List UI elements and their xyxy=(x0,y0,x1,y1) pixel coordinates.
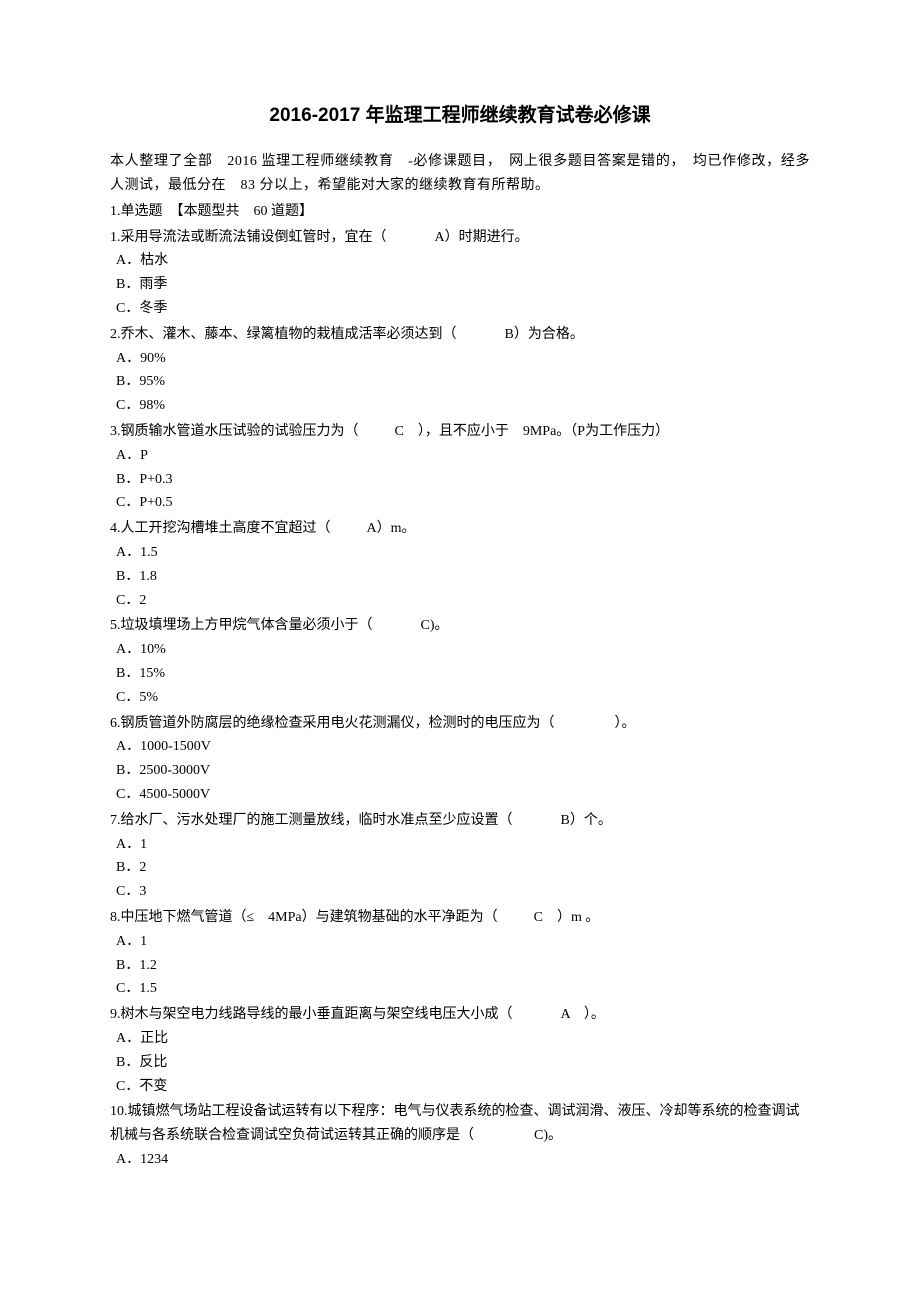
q9-stem: 9.树木与架空电力线路导线的最小垂直距离与架空线电压大小成（ xyxy=(110,1007,513,1022)
q5-option-c: C．5% xyxy=(110,686,810,710)
q3-option-a: A．P xyxy=(110,444,810,468)
q5-option-b: B．15% xyxy=(110,662,810,686)
q9-option-a: A．正比 xyxy=(110,1027,810,1051)
question-9: 9.树木与架空电力线路导线的最小垂直距离与架空线电压大小成（ A ）。 xyxy=(110,1003,810,1027)
q8-stem: 8.中压地下燃气管道（≤ 4MPa）与建筑物基础的水平净距为（ xyxy=(110,910,498,925)
q5-stem: 5.垃圾填埋场上方甲烷气体含量必须小于（ xyxy=(110,618,373,633)
q1-answer: A）时期进行。 xyxy=(435,230,529,245)
q7-option-a: A．1 xyxy=(110,833,810,857)
q10-stem: 10.城镇燃气场站工程设备试运转有以下程序：电气与仪表系统的检查、调试润滑、液压… xyxy=(110,1104,800,1143)
q1-option-b: B．雨季 xyxy=(110,273,810,297)
section-heading: 1.单选题 【本题型共 60 道题】 xyxy=(110,200,810,224)
q5-option-a: A．10% xyxy=(110,638,810,662)
q5-answer: C)。 xyxy=(421,618,449,633)
q7-option-c: C．3 xyxy=(110,880,810,904)
question-1: 1.采用导流法或断流法铺设倒虹管时，宜在（ A）时期进行。 xyxy=(110,226,810,250)
q6-option-b: B．2500-3000V xyxy=(110,759,810,783)
q3-option-c: C．P+0.5 xyxy=(110,491,810,515)
q2-option-c: C．98% xyxy=(110,394,810,418)
question-5: 5.垃圾填埋场上方甲烷气体含量必须小于（ C)。 xyxy=(110,614,810,638)
question-7: 7.给水厂、污水处理厂的施工测量放线，临时水准点至少应设置（ B）个。 xyxy=(110,809,810,833)
q2-option-a: A．90% xyxy=(110,347,810,371)
q3-option-b: B．P+0.3 xyxy=(110,468,810,492)
q6-option-a: A．1000-1500V xyxy=(110,735,810,759)
q8-option-b: B．1.2 xyxy=(110,954,810,978)
question-2: 2.乔木、灌木、藤本、绿篱植物的栽植成活率必须达到（ B）为合格。 xyxy=(110,323,810,347)
question-6: 6.钢质管道外防腐层的绝缘检查采用电火花测漏仪，检测时的电压应为（ ）。 xyxy=(110,712,810,736)
q6-stem: 6.钢质管道外防腐层的绝缘检查采用电火花测漏仪，检测时的电压应为（ xyxy=(110,716,555,731)
q8-option-a: A．1 xyxy=(110,930,810,954)
q1-option-a: A．枯水 xyxy=(110,249,810,273)
question-10: 10.城镇燃气场站工程设备试运转有以下程序：电气与仪表系统的检查、调试润滑、液压… xyxy=(110,1100,810,1148)
q7-option-b: B．2 xyxy=(110,856,810,880)
intro-text: 本人整理了全部 2016 监理工程师继续教育 -必修课题目， 网上很多题目答案是… xyxy=(110,150,810,198)
question-3: 3.钢质输水管道水压试验的试验压力为（ C ），且不应小于 9MPa。（P为工作压… xyxy=(110,420,810,444)
q2-stem: 2.乔木、灌木、藤本、绿篱植物的栽植成活率必须达到（ xyxy=(110,327,457,342)
question-4: 4.人工开挖沟槽堆土高度不宜超过（ A）m。 xyxy=(110,517,810,541)
q4-option-b: B．1.8 xyxy=(110,565,810,589)
q10-answer: C)。 xyxy=(534,1128,562,1143)
q6-option-c: C．4500-5000V xyxy=(110,783,810,807)
page-title: 2016-2017 年监理工程师继续教育试卷必修课 xyxy=(110,100,810,132)
q1-option-c: C．冬季 xyxy=(110,297,810,321)
q9-option-b: B．反比 xyxy=(110,1051,810,1075)
q3-stem: 3.钢质输水管道水压试验的试验压力为（ xyxy=(110,424,359,439)
q6-answer: ）。 xyxy=(615,716,636,731)
q7-answer: B）个。 xyxy=(561,813,612,828)
q9-answer: A ）。 xyxy=(561,1007,605,1022)
q2-answer: B）为合格。 xyxy=(505,327,584,342)
q4-option-a: A．1.5 xyxy=(110,541,810,565)
question-8: 8.中压地下燃气管道（≤ 4MPa）与建筑物基础的水平净距为（ C ）m 。 xyxy=(110,906,810,930)
q3-answer: C ），且不应小于 9MPa。（P为工作压力） xyxy=(395,424,670,439)
q10-option-a: A．1234 xyxy=(110,1148,810,1172)
q7-stem: 7.给水厂、污水处理厂的施工测量放线，临时水准点至少应设置（ xyxy=(110,813,513,828)
q8-option-c: C．1.5 xyxy=(110,977,810,1001)
q4-stem: 4.人工开挖沟槽堆土高度不宜超过（ xyxy=(110,521,331,536)
q9-option-c: C．不变 xyxy=(110,1075,810,1099)
q1-stem: 1.采用导流法或断流法铺设倒虹管时，宜在（ xyxy=(110,230,387,245)
q4-option-c: C．2 xyxy=(110,589,810,613)
q4-answer: A）m。 xyxy=(367,521,416,536)
q2-option-b: B．95% xyxy=(110,370,810,394)
q8-answer: C ）m 。 xyxy=(534,910,600,925)
